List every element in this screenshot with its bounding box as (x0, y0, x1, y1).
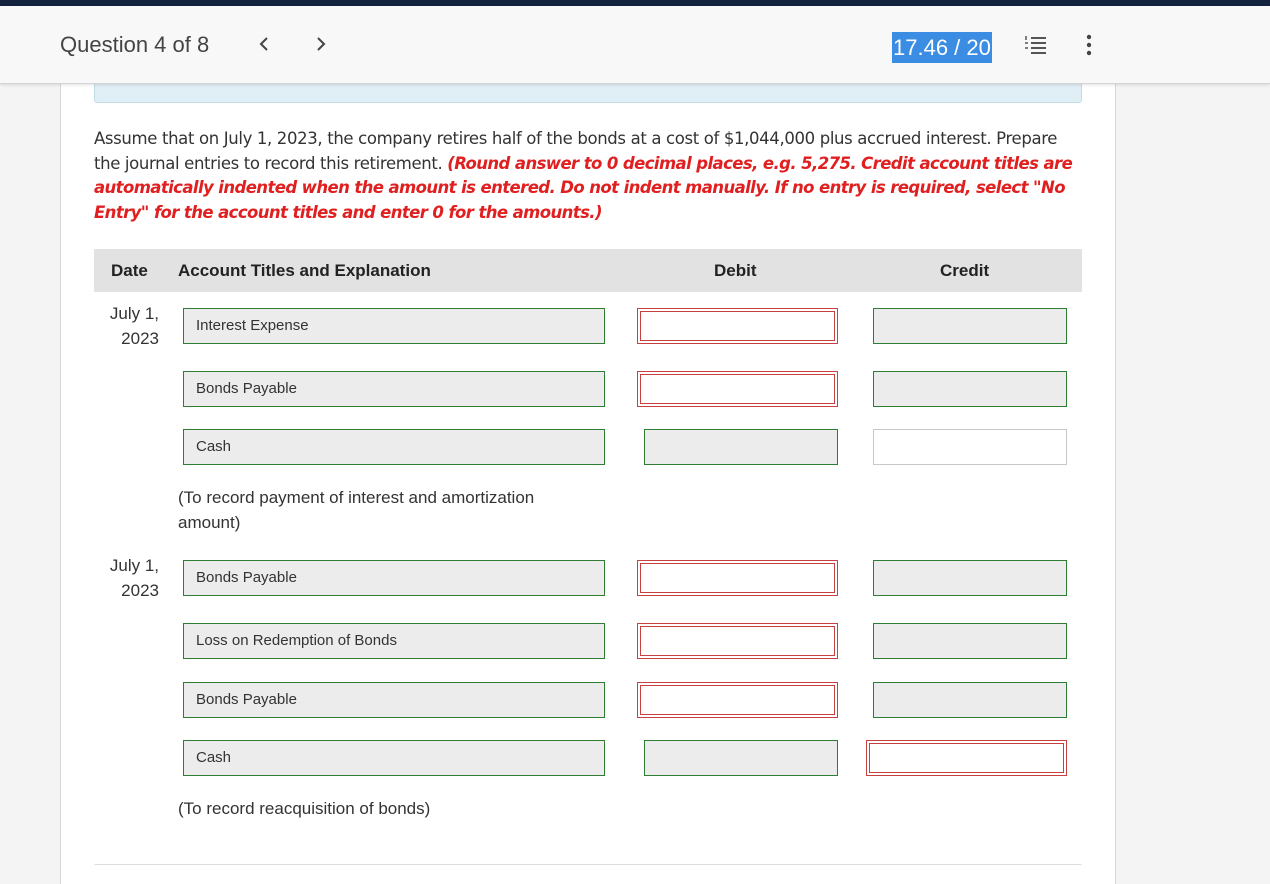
entry1-explanation: (To record payment of interest and amort… (178, 488, 535, 532)
entry1-debit-field-3[interactable] (644, 429, 838, 465)
entry2-debit-field-3[interactable] (637, 682, 838, 718)
entry2-account-field-1[interactable]: Bonds Payable (183, 560, 605, 596)
entry2-credit-field-1[interactable] (873, 560, 1067, 596)
question-prompt: Assume that on July 1, 2023, the company… (94, 127, 1084, 225)
question-card: Assume that on July 1, 2023, the company… (60, 84, 1116, 884)
entry1-credit-field-3[interactable] (873, 429, 1067, 465)
entry2-account-field-3[interactable]: Bonds Payable (183, 682, 605, 718)
entry1-debit-field-1[interactable] (637, 308, 838, 344)
entry1-date-line2: 2023 (121, 329, 159, 348)
question-list-button[interactable] (1024, 34, 1048, 56)
credit-column-header: Credit (940, 261, 990, 280)
entry2-date-line1: July 1, (109, 556, 159, 575)
entry2-credit-field-4[interactable] (866, 740, 1067, 776)
entry2-debit-field-1[interactable] (637, 560, 838, 596)
entry1-debit-field-2[interactable] (637, 371, 838, 407)
entry1-account-field-3[interactable]: Cash (183, 429, 605, 465)
entry2-credit-field-3[interactable] (873, 682, 1067, 718)
chevron-right-icon (317, 37, 326, 51)
account-column-header: Account Titles and Explanation (178, 261, 431, 280)
debit-column-header: Debit (714, 261, 757, 280)
entry2-debit-field-2[interactable] (637, 623, 838, 659)
entry1-account-field-1[interactable]: Interest Expense (183, 308, 605, 344)
more-options-button[interactable] (1080, 34, 1098, 56)
score-display: 17.46 / 20 (892, 32, 992, 63)
entry2-debit-field-4[interactable] (644, 740, 838, 776)
section-divider (94, 864, 1082, 868)
entry2-credit-field-2[interactable] (873, 623, 1067, 659)
previous-question-button[interactable] (252, 30, 276, 58)
vertical-ellipsis-icon (1086, 34, 1092, 56)
question-label: Question 4 of 8 (60, 32, 210, 57)
next-question-button[interactable] (309, 30, 333, 58)
list-icon (1025, 36, 1046, 54)
entry1-credit-field-1[interactable] (873, 308, 1067, 344)
entry2-account-field-2[interactable]: Loss on Redemption of Bonds (183, 623, 605, 659)
entry1-credit-field-2[interactable] (873, 371, 1067, 407)
entry2-date-line2: 2023 (121, 581, 159, 600)
date-column-header: Date (111, 261, 148, 280)
entry1-date: July 1, 2023 (99, 301, 159, 351)
chevron-left-icon (259, 37, 268, 51)
entry1-account-field-2[interactable]: Bonds Payable (183, 371, 605, 407)
entry2-date: July 1, 2023 (99, 553, 159, 603)
entry2-explanation: (To record reacquisition of bonds) (178, 799, 431, 818)
entry1-date-line1: July 1, (109, 304, 159, 323)
journal-table-header: Date Account Titles and Explanation Debi… (94, 249, 1082, 292)
info-banner (94, 84, 1082, 103)
entry2-account-field-4[interactable]: Cash (183, 740, 605, 776)
question-header: Question 4 of 8 17.46 / 20 (0, 6, 1270, 84)
